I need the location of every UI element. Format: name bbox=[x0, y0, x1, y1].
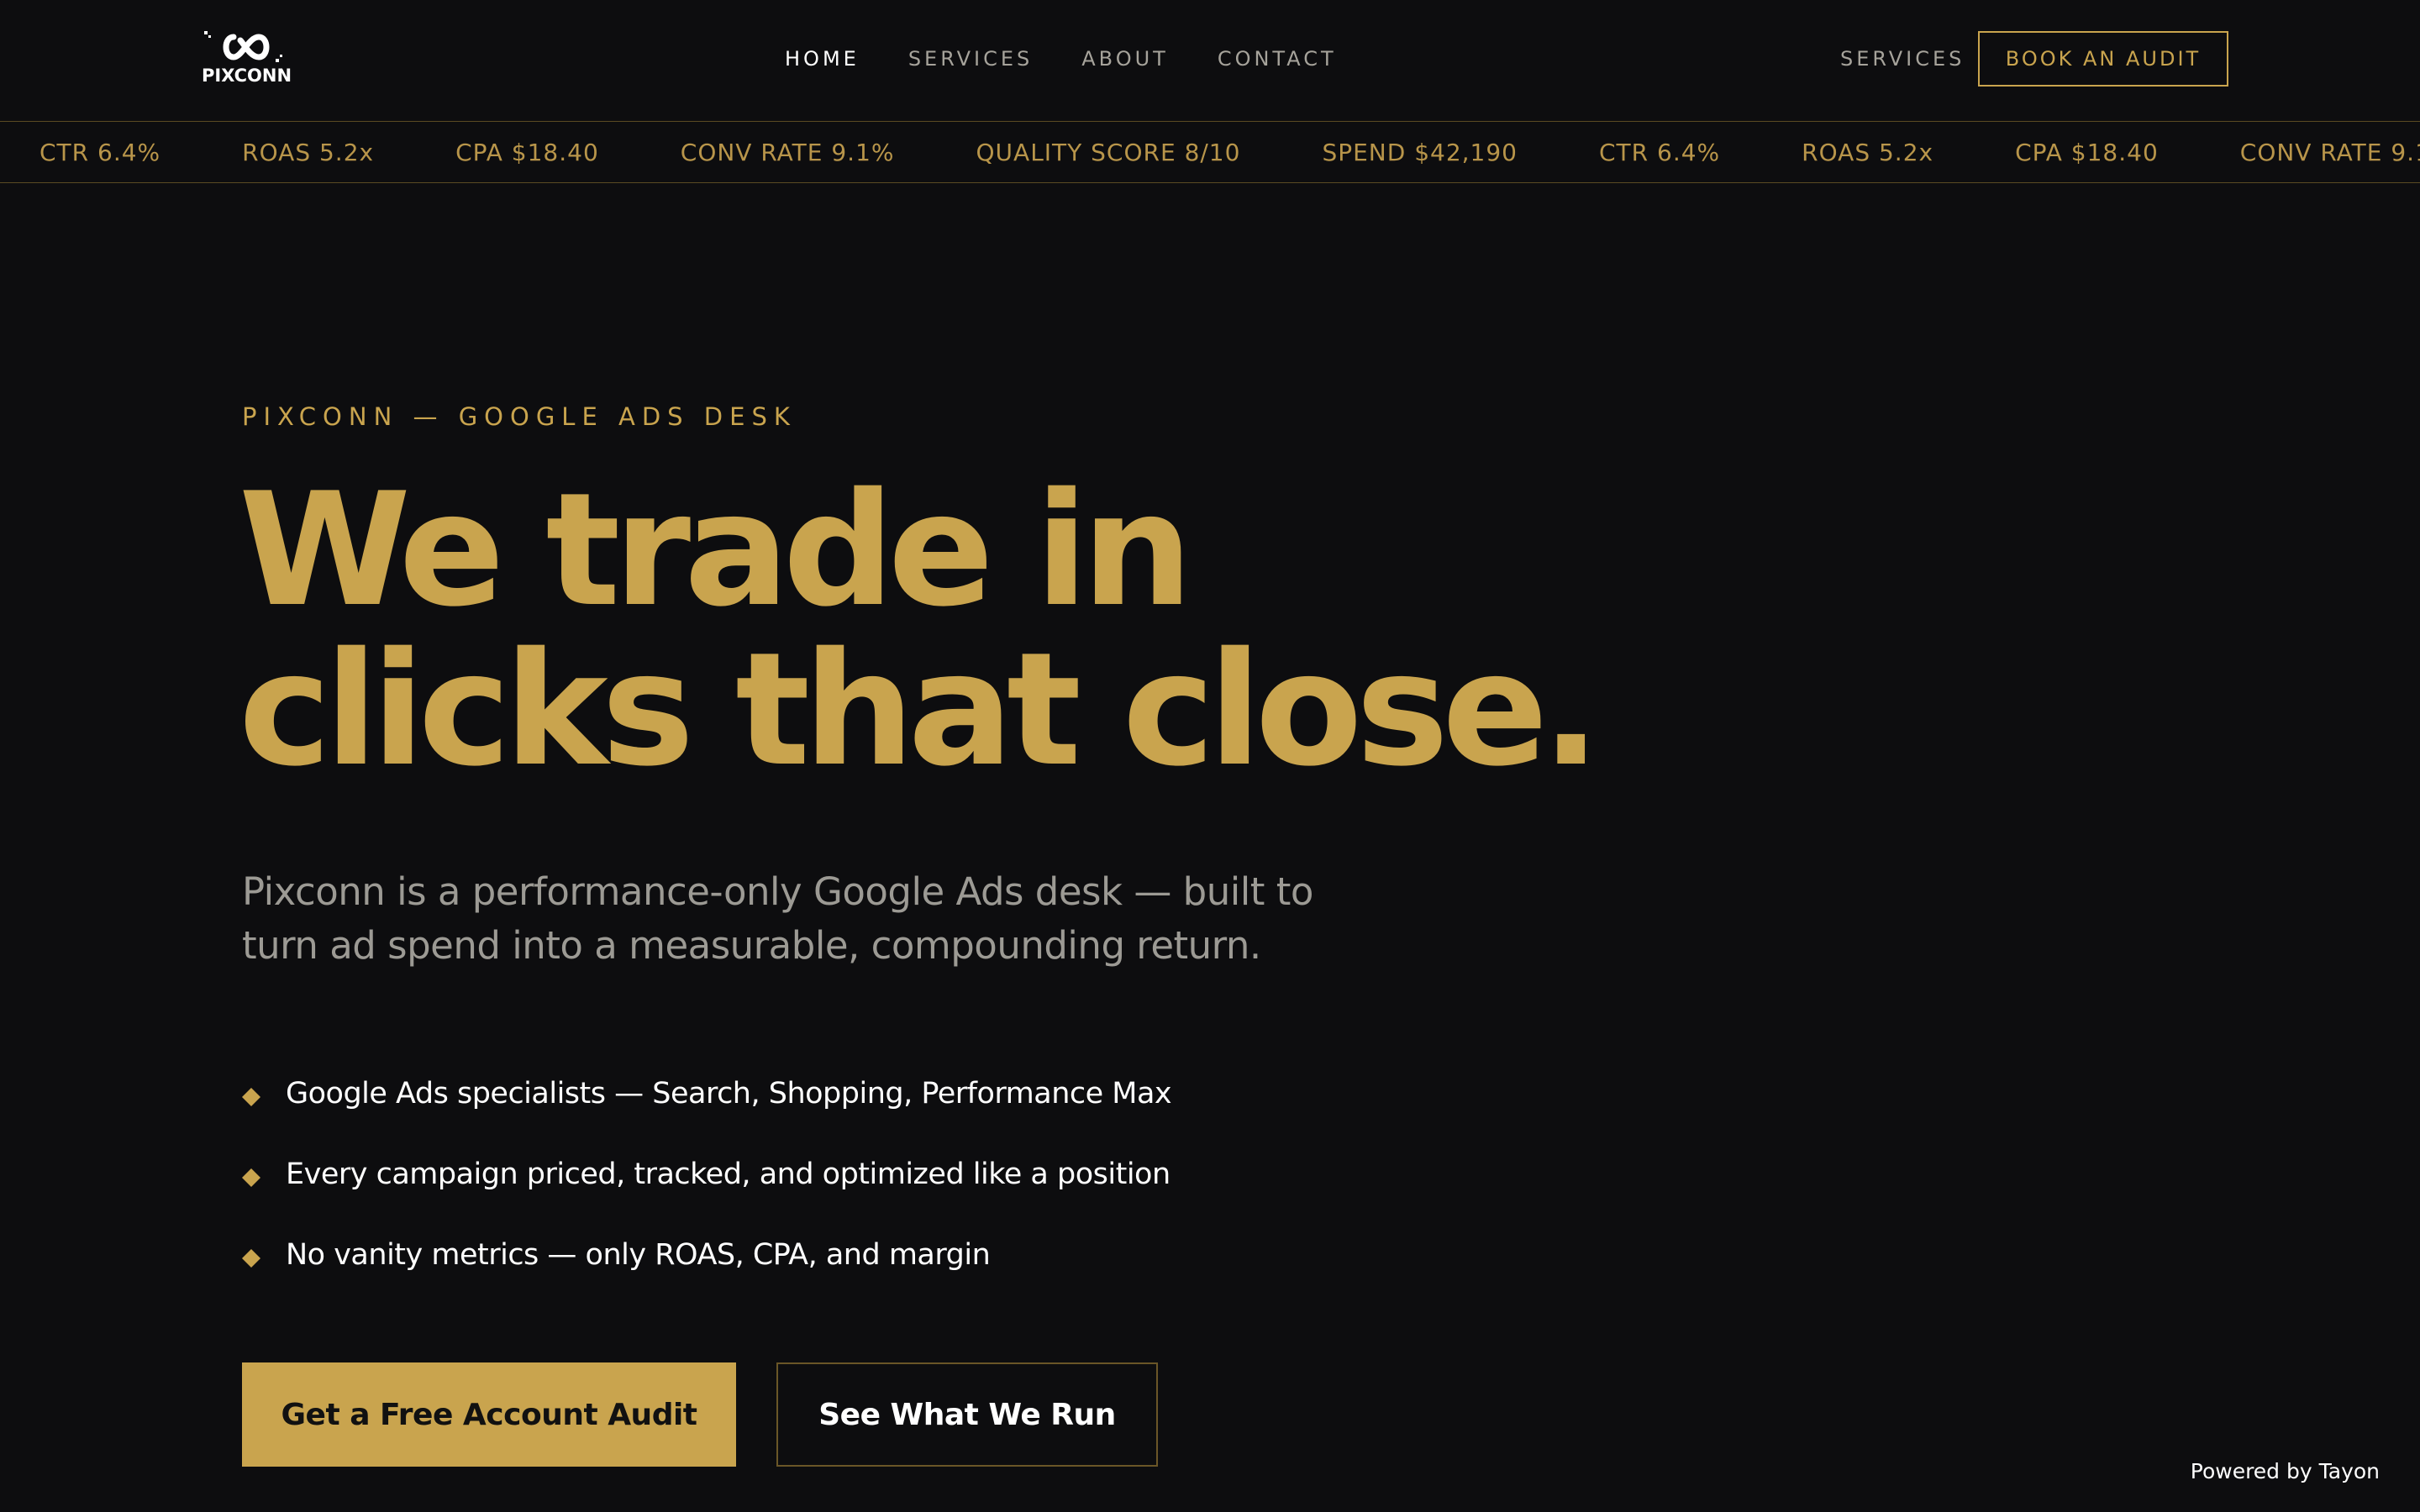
hero-eyebrow: PIXCONN — GOOGLE ADS DESK bbox=[242, 402, 797, 431]
list-item: Every campaign priced, tracked, and opti… bbox=[242, 1134, 1171, 1215]
nav-item-about[interactable]: ABOUT bbox=[1081, 44, 1169, 74]
list-item: No vanity metrics — only ROAS, CPA, and … bbox=[242, 1215, 1171, 1295]
hero-headline: We trade in clicks that close. bbox=[239, 459, 1601, 801]
ticker-item: ROAS 5.2x bbox=[1802, 138, 1934, 166]
ticker-item: SPEND $42,190 bbox=[1322, 138, 1518, 166]
diamond-icon bbox=[242, 1088, 260, 1106]
ticker-item: CPA $18.40 bbox=[455, 138, 599, 166]
ticker-track: CTR 6.4% ROAS 5.2x CPA $18.40 CONV RATE … bbox=[39, 122, 2420, 182]
nav-item-services[interactable]: SERVICES bbox=[908, 44, 1033, 74]
headline-line-2: clicks that close. bbox=[239, 618, 1601, 801]
hero-subtext: Pixconn is a performance-only Google Ads… bbox=[242, 869, 1313, 968]
header-services-link[interactable]: SERVICES bbox=[1840, 44, 1965, 74]
ticker-item: CTR 6.4% bbox=[39, 138, 161, 166]
nav-item-home[interactable]: HOME bbox=[785, 44, 860, 74]
ticker-item: CTR 6.4% bbox=[1599, 138, 1721, 166]
list-item: Google Ads specialists — Search, Shoppin… bbox=[242, 1053, 1172, 1134]
list-item-text: Google Ads specialists — Search, Shoppin… bbox=[286, 1077, 1172, 1110]
powered-by-label[interactable]: Powered by Tayon bbox=[2191, 1457, 2380, 1487]
ticker-item: CPA $18.40 bbox=[2015, 138, 2159, 166]
main-nav: HOME SERVICES ABOUT CONTACT bbox=[785, 44, 1386, 74]
diamond-icon bbox=[242, 1168, 260, 1187]
see-what-we-run-button[interactable]: See What We Run bbox=[776, 1362, 1158, 1467]
free-audit-button[interactable]: Get a Free Account Audit bbox=[242, 1362, 736, 1467]
site-header: PIXCONN HOME SERVICES ABOUT CONTACT SERV… bbox=[0, 0, 2420, 121]
feature-list: Google Ads specialists — Search, Shoppin… bbox=[242, 1053, 1172, 1295]
brand-logo[interactable]: PIXCONN bbox=[202, 29, 292, 91]
list-item-text: No vanity metrics — only ROAS, CPA, and … bbox=[286, 1238, 991, 1272]
headline-line-1: We trade in bbox=[239, 459, 1193, 641]
book-audit-button[interactable]: BOOK AN AUDIT bbox=[1978, 31, 2228, 87]
ticker-item: CONV RATE 9.1% bbox=[2239, 138, 2420, 166]
list-item-text: Every campaign priced, tracked, and opti… bbox=[286, 1158, 1171, 1191]
nav-item-contact[interactable]: CONTACT bbox=[1218, 44, 1337, 74]
ticker-item: ROAS 5.2x bbox=[242, 138, 375, 166]
infinity-loop-icon bbox=[204, 31, 282, 62]
brand-name: PIXCONN bbox=[202, 66, 292, 86]
ticker-item: CONV RATE 9.1% bbox=[680, 138, 895, 166]
ticker-item: QUALITY SCORE 8/10 bbox=[976, 138, 1241, 166]
diamond-icon bbox=[242, 1249, 260, 1268]
metrics-ticker: CTR 6.4% ROAS 5.2x CPA $18.40 CONV RATE … bbox=[0, 121, 2420, 183]
